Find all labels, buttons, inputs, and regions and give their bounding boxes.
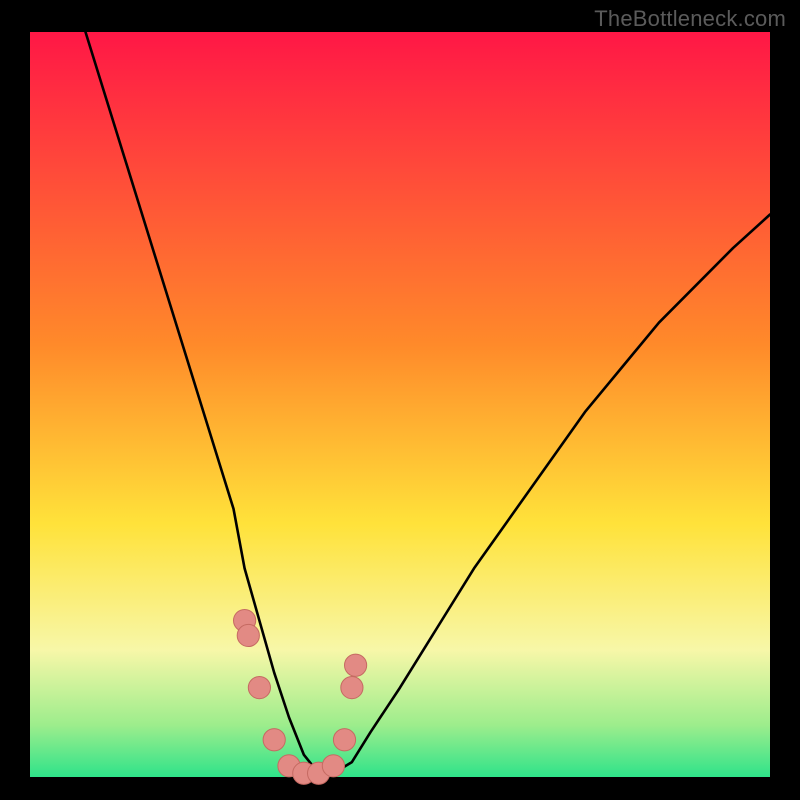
bottleneck-chart	[0, 0, 800, 800]
curve-marker	[341, 677, 363, 699]
curve-marker	[345, 654, 367, 676]
app-frame: TheBottleneck.com	[0, 0, 800, 800]
curve-marker	[322, 755, 344, 777]
curve-marker	[263, 729, 285, 751]
curve-marker	[333, 729, 355, 751]
gradient-background	[30, 32, 770, 777]
curve-marker	[248, 677, 270, 699]
curve-marker	[237, 624, 259, 646]
